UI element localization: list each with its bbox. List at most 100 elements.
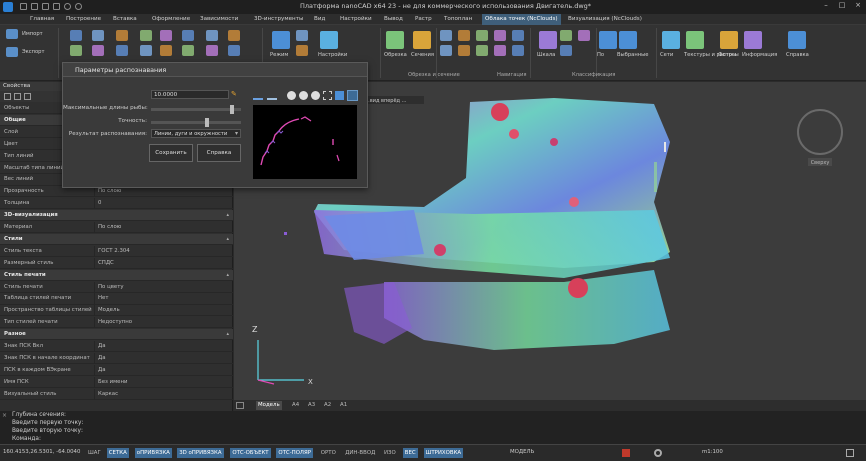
- model-label[interactable]: МОДЕЛЬ: [510, 449, 534, 455]
- ribbon-button-icon-7[interactable]: [619, 31, 637, 49]
- property-row[interactable]: Визуальный стиль Каркас: [0, 388, 233, 400]
- status-toggle-7[interactable]: ОРТО: [319, 448, 338, 458]
- property-value[interactable]: Модель: [98, 307, 120, 313]
- tool-icon-21[interactable]: [512, 30, 524, 41]
- property-row[interactable]: Материал По слою: [0, 222, 233, 234]
- status-toggle-8[interactable]: ДИН-ВВОД: [343, 448, 377, 458]
- property-row[interactable]: Стиль печати По цвету: [0, 281, 233, 293]
- tool-icon-20[interactable]: [494, 30, 506, 41]
- select-all-icon[interactable]: [4, 93, 11, 100]
- property-row[interactable]: Тип стилей печати Недоступно: [0, 317, 233, 329]
- tool-icon-26[interactable]: [512, 45, 524, 56]
- ribbon-button-1[interactable]: Режим: [270, 52, 288, 58]
- tab-13[interactable]: Визуализация (NcClouds): [568, 16, 642, 22]
- ribbon-button-icon-4[interactable]: [413, 31, 431, 49]
- maximize-icon[interactable]: □: [836, 1, 848, 11]
- layout-tab-1[interactable]: Модель: [256, 401, 282, 410]
- tab-10[interactable]: Растр: [415, 16, 432, 22]
- tab-4[interactable]: Оформление: [152, 16, 190, 22]
- app-logo-icon[interactable]: [3, 2, 13, 12]
- property-row[interactable]: Знак ПСК в начале координат Да: [0, 352, 233, 365]
- tool-icon-14[interactable]: [182, 45, 194, 56]
- ribbon-button-icon-10[interactable]: [720, 31, 738, 49]
- result-select[interactable]: Линии, дуги и окружности ▾: [151, 129, 241, 138]
- fullscreen-icon[interactable]: [846, 449, 854, 457]
- status-toggle-11[interactable]: ШТРИХОВКА: [423, 448, 464, 458]
- property-value[interactable]: Да: [98, 367, 106, 373]
- ribbon-button-6[interactable]: По: [597, 52, 604, 58]
- tool-icon-25[interactable]: [494, 45, 506, 56]
- ribbon-button-2[interactable]: Настройки: [318, 52, 347, 58]
- tab-7[interactable]: Вид: [314, 16, 325, 22]
- view-compass[interactable]: [797, 109, 843, 155]
- pick-width-icon[interactable]: ✎: [231, 90, 239, 99]
- tool-icon-24[interactable]: [476, 45, 488, 56]
- tool-icon-13[interactable]: [160, 45, 172, 56]
- tab-2[interactable]: Построение: [66, 16, 101, 22]
- collapse-icon[interactable]: ▴: [226, 236, 229, 242]
- cancel-button[interactable]: Справка: [197, 144, 241, 162]
- width-input[interactable]: [151, 90, 229, 99]
- property-category[interactable]: Стили ▴: [0, 233, 233, 246]
- tool-icon-27[interactable]: [296, 30, 308, 41]
- tool-icon-7[interactable]: [206, 30, 218, 41]
- property-value[interactable]: Без имени: [98, 379, 128, 385]
- layout-tab-5[interactable]: A1: [338, 401, 349, 410]
- zoom-out-icon[interactable]: [311, 91, 320, 100]
- section-preview[interactable]: [253, 105, 357, 179]
- layout-tab-3[interactable]: A3: [306, 401, 317, 410]
- ribbon-button-3[interactable]: Обрезка: [384, 52, 407, 58]
- pick-objects-icon[interactable]: [24, 93, 31, 100]
- tool-icon-11[interactable]: [116, 45, 128, 56]
- tool-icon-9[interactable]: [70, 45, 82, 56]
- collapse-icon[interactable]: ▴: [226, 272, 229, 278]
- ribbon-button-5[interactable]: Шкала: [537, 52, 555, 58]
- status-toggle-1[interactable]: ШАГ: [86, 448, 103, 458]
- tool-icon-17[interactable]: [440, 30, 452, 41]
- property-value[interactable]: 0: [98, 200, 101, 206]
- ribbon-button-11[interactable]: Информация: [742, 52, 777, 58]
- save-icon[interactable]: [42, 3, 49, 10]
- property-row[interactable]: Стиль текста ГОСТ 2.304: [0, 245, 233, 257]
- redo-icon[interactable]: [75, 3, 82, 10]
- stop-icon[interactable]: [287, 91, 296, 100]
- undo-icon[interactable]: [64, 3, 71, 10]
- property-value[interactable]: По цвету: [98, 284, 124, 290]
- tab-8[interactable]: Настройки: [340, 16, 372, 22]
- tool-icon-10[interactable]: [92, 45, 104, 56]
- ribbon-button-icon-9[interactable]: [686, 31, 704, 49]
- property-value[interactable]: Каркас: [98, 391, 118, 397]
- tab-11[interactable]: Топоплан: [444, 16, 472, 22]
- tool-icon-19[interactable]: [476, 30, 488, 41]
- status-toggle-10[interactable]: ВЕС: [402, 448, 418, 458]
- collapse-icon[interactable]: ▴: [226, 331, 229, 337]
- ribbon-button-icon-5[interactable]: [539, 31, 557, 49]
- tool-icon-23[interactable]: [458, 45, 470, 56]
- property-row[interactable]: Толщина 0: [0, 198, 233, 210]
- tool-icon-28[interactable]: [296, 45, 308, 56]
- property-row[interactable]: Имя ПСК Без имени: [0, 376, 233, 388]
- tool-icon-8[interactable]: [228, 30, 240, 41]
- settings-icon[interactable]: [654, 449, 662, 457]
- layouts-menu-icon[interactable]: [236, 402, 244, 409]
- property-category[interactable]: Стиль печати ▴: [0, 269, 233, 281]
- status-toggle-2[interactable]: СЕТКА: [106, 448, 129, 458]
- status-toggle-4[interactable]: 3D оПРИВЯЗКА: [177, 448, 224, 458]
- tool-icon-5[interactable]: [160, 30, 172, 41]
- zoom-in-icon[interactable]: [299, 91, 308, 100]
- close-icon[interactable]: ×: [852, 1, 864, 11]
- tool-icon-2[interactable]: [92, 30, 104, 41]
- ribbon-button-8[interactable]: Сети: [660, 52, 673, 58]
- property-category[interactable]: Разное ▴: [0, 329, 233, 341]
- recognize-button[interactable]: Сохранить: [149, 144, 193, 162]
- tool-icon-30[interactable]: [578, 30, 590, 41]
- ribbon-button-12[interactable]: Справка: [786, 52, 809, 58]
- property-value[interactable]: Да: [98, 355, 106, 361]
- tool-icon-6[interactable]: [182, 30, 194, 41]
- collapse-icon[interactable]: ▴: [226, 212, 229, 218]
- auto-mode-icon[interactable]: [347, 90, 358, 101]
- tool-icon-29[interactable]: [560, 30, 572, 41]
- tab-3[interactable]: Вставка: [113, 16, 137, 22]
- status-toggle-6[interactable]: ОТС-ПОЛЯР: [276, 448, 313, 458]
- tab-9[interactable]: Вывод: [384, 16, 403, 22]
